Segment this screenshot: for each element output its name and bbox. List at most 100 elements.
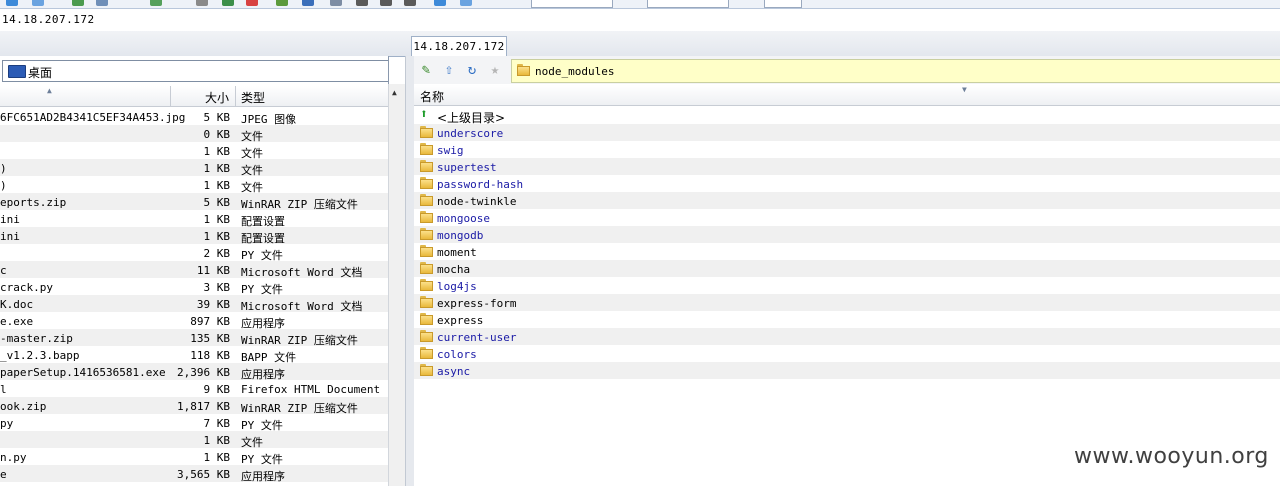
list-item[interactable]: mongodb (414, 226, 1280, 243)
toolbar-button-icon[interactable] (330, 0, 342, 6)
table-row[interactable]: ) 1 KB 文件 (0, 159, 388, 177)
column-type[interactable]: 类型 (241, 89, 265, 106)
toolbar-button-icon[interactable] (32, 0, 44, 6)
toolbar (0, 0, 1280, 9)
file-name: eports.zip (0, 196, 67, 209)
file-size: 5 KB (203, 111, 231, 124)
table-row[interactable]: 6FC651AD2B4341C5EF34A453.jpg 5 KB JPEG 图像 (0, 108, 388, 126)
table-row[interactable]: 1 KB 文件 (0, 142, 388, 160)
address-bar[interactable]: 14.18.207.172 (0, 9, 1280, 32)
column-name[interactable]: 名称 (420, 88, 444, 105)
list-item[interactable]: password-hash (414, 175, 1280, 192)
list-item[interactable]: supertest (414, 158, 1280, 175)
table-row[interactable]: l 9 KB Firefox HTML Document (0, 380, 388, 397)
folder-name: underscore (437, 127, 504, 140)
toolbar-button-icon[interactable] (150, 0, 162, 6)
scrollbar[interactable] (388, 84, 406, 486)
star-icon[interactable]: ★ (487, 62, 503, 78)
remote-path-text: node_modules (535, 65, 615, 78)
table-row[interactable]: ini 1 KB 配置设置 (0, 210, 388, 228)
table-row[interactable]: 1 KB 文件 (0, 431, 388, 449)
file-name: crack.py (0, 281, 53, 294)
folder-name: colors (437, 348, 477, 361)
list-item[interactable]: mongoose (414, 209, 1280, 226)
location-dropdown[interactable]: 桌面 ▼ (2, 60, 388, 82)
list-item[interactable]: current-user (414, 328, 1280, 345)
toolbar-button-icon[interactable] (196, 0, 208, 6)
file-size: 11 KB (196, 264, 230, 277)
table-row[interactable]: n.py 1 KB PY 文件 (0, 448, 388, 466)
desktop-icon (8, 65, 26, 78)
toolbar-button-icon[interactable] (404, 0, 416, 6)
list-item[interactable]: log4js (414, 277, 1280, 294)
list-item[interactable]: express (414, 311, 1280, 328)
edit-icon[interactable]: ✎ (418, 62, 434, 78)
table-row[interactable]: e.exe 897 KB 应用程序 (0, 312, 388, 330)
list-item[interactable]: moment (414, 243, 1280, 260)
column-size[interactable]: 大小 (205, 89, 229, 106)
table-row[interactable]: crack.py 3 KB PY 文件 (0, 278, 388, 296)
table-row[interactable]: -master.zip 135 KB WinRAR ZIP 压缩文件 (0, 329, 388, 347)
toolbar-button-icon[interactable] (96, 0, 108, 6)
file-type: 应用程序 (241, 470, 285, 483)
table-row[interactable]: eports.zip 5 KB WinRAR ZIP 压缩文件 (0, 193, 388, 211)
toolbar-button-icon[interactable] (460, 0, 472, 6)
refresh-icon[interactable]: ↻ (464, 62, 480, 78)
folder-name: mongoose (437, 212, 490, 225)
file-size: 2,396 KB (177, 366, 230, 379)
toolbar-button-icon[interactable] (6, 0, 18, 6)
column-separator[interactable] (170, 86, 171, 106)
toolbar-button-icon[interactable] (434, 0, 446, 6)
table-row[interactable]: ) 1 KB 文件 (0, 176, 388, 194)
list-item[interactable]: async (414, 362, 1280, 379)
upload-icon[interactable]: ⇧ (441, 62, 457, 78)
file-size: 1 KB (203, 451, 231, 464)
toolbar-button-icon[interactable] (302, 0, 314, 6)
toolbar-button-icon[interactable] (356, 0, 368, 6)
folder-icon (420, 313, 433, 325)
table-row[interactable]: py 7 KB PY 文件 (0, 414, 388, 432)
list-item[interactable]: node-twinkle (414, 192, 1280, 209)
toolbar-button-icon[interactable] (380, 0, 392, 6)
folder-icon (517, 64, 530, 76)
list-item[interactable]: swig (414, 141, 1280, 158)
table-row[interactable]: e 3,565 KB 应用程序 (0, 465, 388, 483)
file-size: 1 KB (203, 162, 231, 175)
remote-path-field[interactable]: node_modules (511, 59, 1280, 83)
folder-name: node-twinkle (437, 195, 517, 208)
file-size: 1 KB (203, 145, 231, 158)
table-row[interactable]: _v1.2.3.bapp 118 KB BAPP 文件 (0, 346, 388, 364)
table-row[interactable]: paperSetup.1416536581.exe 2,396 KB 应用程序 (0, 363, 388, 381)
table-row[interactable]: K.doc 39 KB Microsoft Word 文档 (0, 295, 388, 313)
toolbar-button-icon[interactable] (276, 0, 288, 6)
list-item[interactable]: mocha (414, 260, 1280, 277)
folder-name: async (437, 365, 471, 378)
toolbar-input[interactable] (531, 0, 613, 8)
list-item[interactable]: colors (414, 345, 1280, 362)
toolbar-button-icon[interactable] (246, 0, 258, 6)
toolbar-button-icon[interactable] (222, 0, 234, 6)
column-separator[interactable] (235, 86, 236, 106)
table-row[interactable]: ini 1 KB 配置设置 (0, 227, 388, 245)
file-size: 1 KB (203, 179, 231, 192)
toolbar-input[interactable] (764, 0, 802, 8)
toolbar-input[interactable] (647, 0, 729, 8)
folder-icon (420, 228, 433, 240)
table-row[interactable]: c 11 KB Microsoft Word 文档 (0, 261, 388, 279)
file-name: e (0, 468, 7, 481)
file-size: 1 KB (203, 213, 231, 226)
parent-directory-row[interactable]: ⬆ <上级目录> (414, 107, 1280, 126)
tab-remote-host[interactable]: 14.18.207.172 (411, 36, 507, 57)
toolbar-button-icon[interactable] (72, 0, 84, 6)
table-row[interactable]: 2 KB PY 文件 (0, 244, 388, 262)
list-item[interactable]: underscore (414, 124, 1280, 141)
folder-icon (420, 143, 433, 155)
list-item[interactable]: express-form (414, 294, 1280, 311)
table-row[interactable]: ook.zip 1,817 KB WinRAR ZIP 压缩文件 (0, 397, 388, 415)
file-size: 1 KB (203, 230, 231, 243)
scroll-up-icon[interactable]: ▲ (392, 88, 397, 97)
folder-icon (420, 347, 433, 359)
file-size: 5 KB (203, 196, 231, 209)
file-size: 39 KB (196, 298, 230, 311)
table-row[interactable]: 0 KB 文件 (0, 125, 388, 143)
